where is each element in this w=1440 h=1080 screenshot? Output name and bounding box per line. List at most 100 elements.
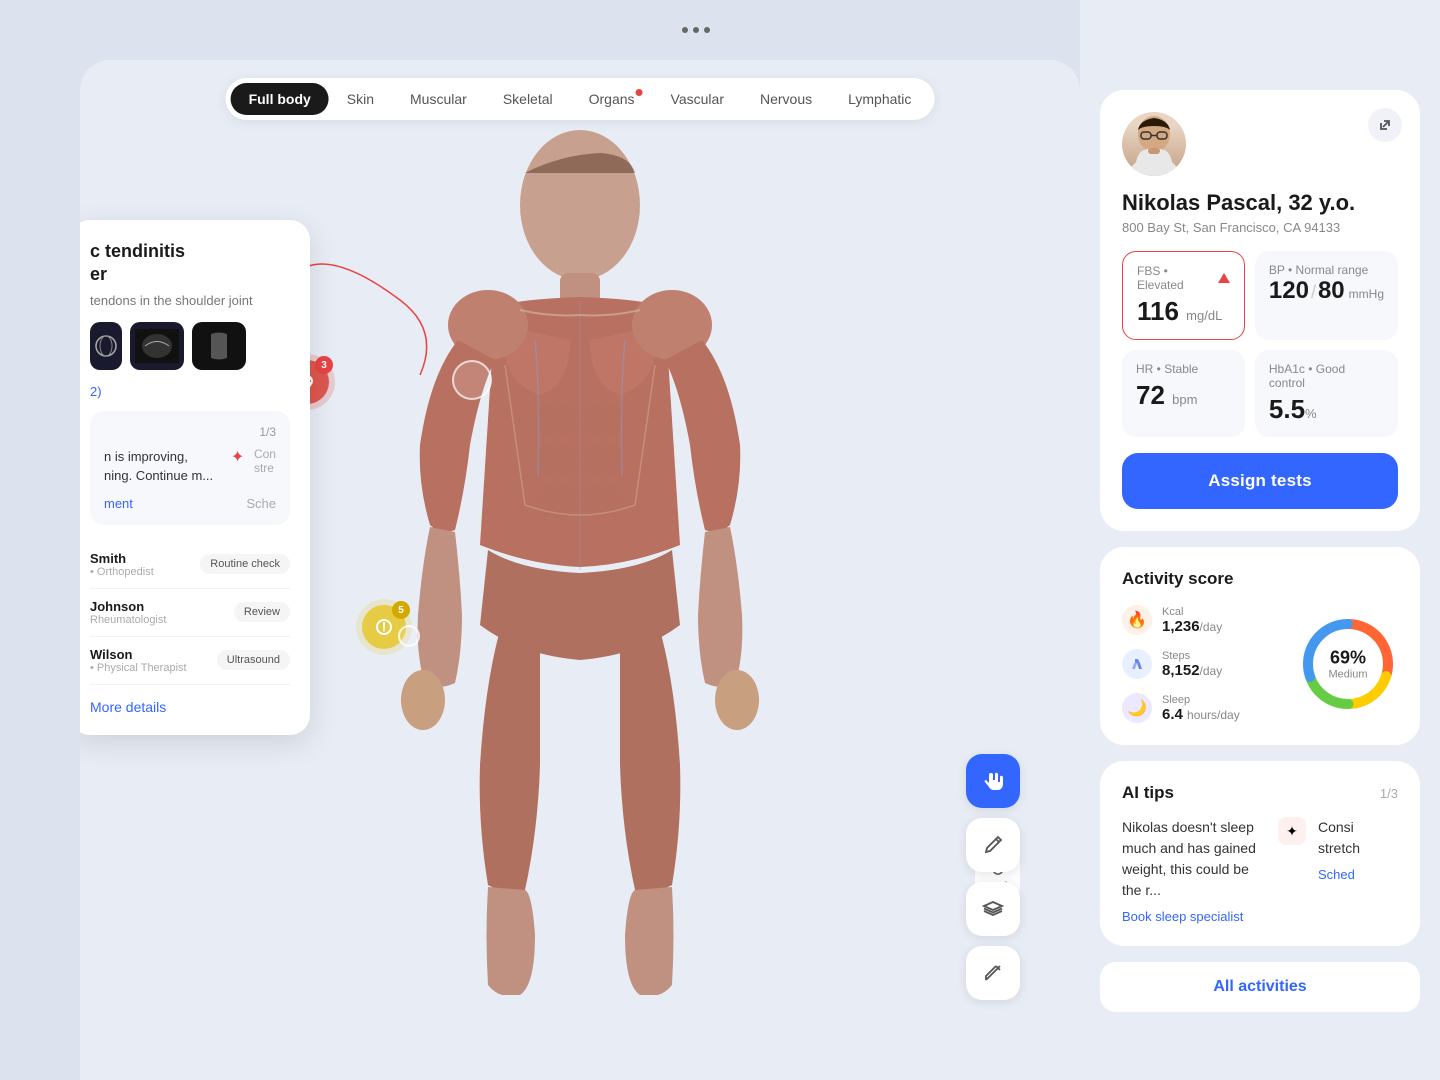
appt-name-wilson: Wilson bbox=[90, 647, 187, 662]
info-card: 1/3 n is improving,ning. Continue m... ✦… bbox=[90, 411, 290, 525]
fab-hand-button[interactable] bbox=[966, 754, 1020, 808]
metric-kcal: 🔥 Kcal 1,236/day bbox=[1122, 605, 1282, 635]
vital-bp-value: 120 / 80 mmHg bbox=[1269, 277, 1384, 305]
appt-badge-smith: Routine check bbox=[200, 554, 290, 574]
hotspot-abdomen-badge: 5 bbox=[392, 601, 410, 619]
vital-fbs-label: FBS • Elevated bbox=[1137, 264, 1230, 292]
patient-avatar bbox=[1122, 112, 1186, 176]
hotspot-hip-right[interactable] bbox=[398, 625, 420, 647]
vitals-grid: FBS • Elevated 116 mg/dL BP • Normal ran… bbox=[1122, 251, 1398, 437]
appointments-list: Smith • Orthopedist Routine check Johnso… bbox=[90, 541, 290, 685]
tip-main-text: Nikolas doesn't sleep much and has gaine… bbox=[1122, 817, 1268, 901]
hotspot-hip-right-marker[interactable] bbox=[398, 625, 420, 647]
ai-tip-star-icon: ✦ bbox=[1278, 817, 1306, 845]
patient-address: 800 Bay St, San Francisco, CA 94133 bbox=[1122, 220, 1398, 235]
fab-pencil-button[interactable] bbox=[966, 946, 1020, 1000]
info-card-nav: 1/3 bbox=[104, 425, 276, 439]
tip-main: Nikolas doesn't sleep much and has gaine… bbox=[1122, 817, 1306, 924]
activity-score-title: Activity score bbox=[1122, 569, 1398, 589]
patient-name: Nikolas Pascal, 32 y.o. bbox=[1122, 190, 1398, 216]
all-activities-button[interactable]: All activities bbox=[1100, 962, 1420, 1012]
body-tabs: Full body Skin Muscular Skeletal Organs … bbox=[226, 78, 935, 120]
appt-badge-johnson: Review bbox=[234, 602, 290, 622]
tab-organs[interactable]: Organs bbox=[571, 83, 653, 115]
assign-tests-button[interactable]: Assign tests bbox=[1122, 453, 1398, 509]
metric-sleep: 🌙 Sleep 6.4 hours/day bbox=[1122, 693, 1282, 723]
info-panel: c tendinitiser tendons in the shoulder j… bbox=[80, 220, 310, 735]
tab-skeletal[interactable]: Skeletal bbox=[485, 83, 571, 115]
activity-metrics: 🔥 Kcal 1,236/day Steps bbox=[1122, 605, 1282, 723]
tab-lymphatic[interactable]: Lymphatic bbox=[830, 83, 929, 115]
vital-hba1c-value: 5.5% bbox=[1269, 394, 1384, 425]
appt-item-johnson[interactable]: Johnson Rheumatologist Review bbox=[90, 589, 290, 637]
fab-layers-button[interactable] bbox=[966, 882, 1020, 936]
appt-role-wilson: • Physical Therapist bbox=[90, 662, 187, 674]
appt-role-johnson: Rheumatologist bbox=[90, 614, 166, 626]
activity-donut-chart: 69% Medium bbox=[1298, 614, 1398, 714]
info-card-text: n is improving,ning. Continue m... bbox=[104, 447, 213, 486]
warning-icon bbox=[1218, 273, 1230, 283]
info-panel-title: c tendinitiser bbox=[90, 240, 290, 287]
kcal-value: 1,236/day bbox=[1162, 618, 1222, 635]
sleep-icon: 🌙 bbox=[1122, 693, 1152, 723]
steps-value: 8,152/day bbox=[1162, 662, 1222, 679]
vital-hr: HR • Stable 72 bpm bbox=[1122, 350, 1245, 437]
ai-tips-title: AI tips bbox=[1122, 783, 1174, 803]
info-images bbox=[90, 322, 290, 370]
sleep-label: Sleep bbox=[1162, 694, 1240, 706]
vital-hr-value: 72 bpm bbox=[1136, 380, 1231, 411]
appt-badge-wilson: Ultrasound bbox=[217, 650, 290, 670]
fire-icon: 🔥 bbox=[1122, 605, 1152, 635]
right-panel: Nikolas Pascal, 32 y.o. 800 Bay St, San … bbox=[1080, 0, 1440, 1080]
external-link-button[interactable] bbox=[1368, 108, 1402, 142]
steps-label: Steps bbox=[1162, 650, 1222, 662]
tab-muscular[interactable]: Muscular bbox=[392, 83, 485, 115]
tab-nervous[interactable]: Nervous bbox=[742, 83, 830, 115]
steps-icon bbox=[1122, 649, 1152, 679]
metric-steps: Steps 8,152/day bbox=[1122, 649, 1282, 679]
vital-hba1c-label: HbA1c • Good control bbox=[1269, 362, 1384, 390]
appt-name-johnson: Johnson bbox=[90, 599, 166, 614]
main-anatomy-area: Full body Skin Muscular Skeletal Organs … bbox=[80, 60, 1080, 1080]
book-sleep-specialist-link[interactable]: Book sleep specialist bbox=[1122, 909, 1306, 924]
tip-content: Nikolas doesn't sleep much and has gaine… bbox=[1122, 817, 1398, 924]
status-bar-dots bbox=[682, 27, 710, 33]
patient-card: Nikolas Pascal, 32 y.o. 800 Bay St, San … bbox=[1100, 90, 1420, 531]
info-action-left[interactable]: ment bbox=[104, 496, 133, 511]
appt-item-wilson[interactable]: Wilson • Physical Therapist Ultrasound bbox=[90, 637, 290, 685]
hotspot-shoulder-right[interactable] bbox=[452, 360, 492, 400]
tab-skin[interactable]: Skin bbox=[329, 83, 392, 115]
appt-item-smith[interactable]: Smith • Orthopedist Routine check bbox=[90, 541, 290, 589]
appt-role-smith: • Orthopedist bbox=[90, 566, 154, 578]
fab-edit-button[interactable] bbox=[966, 818, 1020, 872]
tab-vascular[interactable]: Vascular bbox=[653, 83, 742, 115]
ai-tips-header: AI tips 1/3 bbox=[1122, 783, 1398, 803]
ai-tips-card: AI tips 1/3 Nikolas doesn't sleep much a… bbox=[1100, 761, 1420, 946]
donut-percent: 69% bbox=[1328, 648, 1367, 669]
tip-side: Consi stretch Sched bbox=[1318, 817, 1398, 924]
tip-side-text: Consi stretch bbox=[1318, 817, 1398, 859]
vital-hba1c: HbA1c • Good control 5.5% bbox=[1255, 350, 1398, 437]
info-panel-nav[interactable]: 2) bbox=[90, 384, 290, 399]
organs-dot bbox=[636, 89, 643, 96]
kcal-label: Kcal bbox=[1162, 606, 1222, 618]
activity-card: Activity score 🔥 Kcal 1,236/day bbox=[1100, 547, 1420, 745]
ai-tips-nav: 1/3 bbox=[1380, 786, 1398, 801]
donut-label: Medium bbox=[1328, 669, 1367, 681]
vital-bp-label: BP • Normal range bbox=[1269, 263, 1384, 277]
sleep-value: 6.4 hours/day bbox=[1162, 706, 1240, 723]
info-action-right[interactable]: Sche bbox=[246, 496, 276, 511]
hotspot-chest-badge: 3 bbox=[315, 356, 333, 374]
vital-fbs: FBS • Elevated 116 mg/dL bbox=[1122, 251, 1245, 340]
activity-content: 🔥 Kcal 1,236/day Steps bbox=[1122, 605, 1398, 723]
hotspot-shoulder-ring[interactable] bbox=[452, 360, 492, 400]
vital-fbs-value: 116 mg/dL bbox=[1137, 296, 1230, 327]
anatomy-model bbox=[340, 125, 820, 995]
vital-hr-label: HR • Stable bbox=[1136, 362, 1231, 376]
more-details-link[interactable]: More details bbox=[90, 699, 290, 715]
schedule-link[interactable]: Sched bbox=[1318, 867, 1398, 882]
appt-name-smith: Smith bbox=[90, 551, 154, 566]
vital-bp: BP • Normal range 120 / 80 mmHg bbox=[1255, 251, 1398, 340]
info-card-actions: ment Sche bbox=[104, 496, 276, 511]
tab-full-body[interactable]: Full body bbox=[231, 83, 329, 115]
